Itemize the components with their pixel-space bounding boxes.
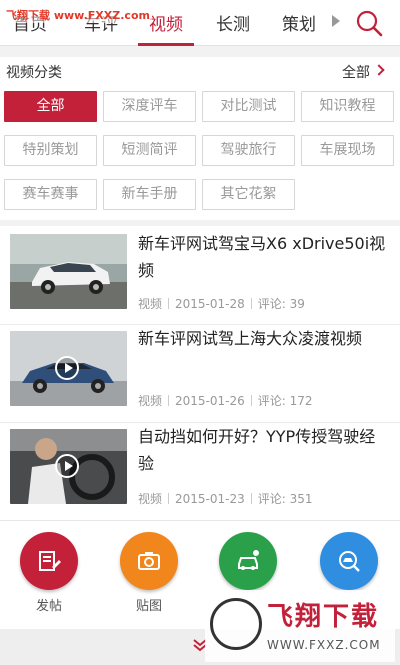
- post-button[interactable]: [20, 532, 78, 590]
- post-icon: [39, 551, 61, 571]
- chip-misc[interactable]: 其它花絮: [202, 179, 295, 210]
- list-item[interactable]: 新车评网试驾上海大众凌渡视频 视频 2015-01-26 评论: 172: [0, 324, 400, 422]
- search-icon[interactable]: [355, 9, 383, 37]
- video-date: 2015-01-26: [175, 394, 245, 408]
- white-suv-image: [10, 234, 127, 309]
- car-search-icon: [339, 551, 360, 572]
- video-thumbnail[interactable]: [10, 234, 127, 309]
- video-title[interactable]: 新车评网试驾宝马X6 xDrive50i视频: [138, 230, 388, 284]
- chip-auto-show[interactable]: 车展现场: [301, 135, 394, 166]
- video-list: 新车评网试驾宝马X6 xDrive50i视频 视频 2015-01-28 评论: 3…: [0, 226, 400, 520]
- chip-racing[interactable]: 赛车赛事: [4, 179, 97, 210]
- video-meta: 视频 2015-01-26 评论: 172: [138, 392, 313, 409]
- chip-short-review[interactable]: 短测简评: [103, 135, 196, 166]
- video-title[interactable]: 自动挡如何开好？YYP传授驾驶经验: [138, 423, 388, 477]
- video-thumbnail[interactable]: [10, 331, 127, 406]
- watermark-logo-icon: [210, 598, 262, 650]
- scroll-right-arrow-icon[interactable]: [332, 15, 340, 27]
- post-label: 发帖: [35, 599, 62, 614]
- chip-all[interactable]: 全部: [4, 91, 97, 122]
- watermark-url: WWW.FXXZ.COM: [267, 638, 381, 652]
- car-action-button[interactable]: [219, 532, 277, 590]
- photo-post-label: 贴图: [135, 599, 162, 614]
- chip-comparison[interactable]: 对比测试: [202, 91, 295, 122]
- tab-video[interactable]: 视频: [149, 10, 183, 35]
- video-type: 视频: [138, 297, 163, 311]
- watermark-brand: 飞翔下载: [267, 602, 380, 632]
- video-title[interactable]: 新车评网试驾上海大众凌渡视频: [138, 325, 388, 352]
- chip-special[interactable]: 特别策划: [4, 135, 97, 166]
- car-icon: [238, 550, 259, 570]
- car-search-button[interactable]: [320, 532, 378, 590]
- tab-features[interactable]: 策划: [282, 10, 316, 35]
- watermark-overlay: 飞翔下载 WWW.FXXZ.COM: [205, 590, 395, 662]
- video-comments: 评论: 39: [257, 297, 305, 311]
- camera-icon: [138, 552, 160, 570]
- chip-travel[interactable]: 驾驶旅行: [202, 135, 295, 166]
- video-category-panel: 视频分类 全部 全部 深度评车 对比测试 知识教程 特别策划 短测简评 驾驶旅行…: [0, 57, 400, 220]
- chip-new-car[interactable]: 新车手册: [103, 179, 196, 210]
- watermark-text: 飞翔下载 www.FXXZ.com: [4, 7, 152, 23]
- video-type: 视频: [138, 492, 163, 506]
- play-icon[interactable]: [55, 356, 79, 380]
- chip-in-depth[interactable]: 深度评车: [103, 91, 196, 122]
- active-tab-indicator: [138, 43, 194, 46]
- play-icon[interactable]: [55, 454, 79, 478]
- video-thumbnail[interactable]: [10, 429, 127, 504]
- video-type: 视频: [138, 394, 163, 408]
- category-header: 视频分类: [6, 65, 62, 81]
- category-all-link[interactable]: 全部: [342, 62, 370, 82]
- video-date: 2015-01-23: [175, 492, 245, 506]
- video-comments: 评论: 172: [257, 394, 313, 408]
- video-meta: 视频 2015-01-28 评论: 39: [138, 295, 305, 312]
- chip-tutorial[interactable]: 知识教程: [301, 91, 394, 122]
- photo-post-button[interactable]: [120, 532, 178, 590]
- video-meta: 视频 2015-01-23 评论: 351: [138, 490, 313, 507]
- chevron-right-icon[interactable]: [373, 64, 385, 76]
- list-item[interactable]: 新车评网试驾宝马X6 xDrive50i视频 视频 2015-01-28 评论: 3…: [0, 226, 400, 324]
- video-comments: 评论: 351: [257, 492, 313, 506]
- list-item[interactable]: 自动挡如何开好？YYP传授驾驶经验 视频 2015-01-23 评论: 351: [0, 422, 400, 520]
- tab-long-test[interactable]: 长测: [216, 10, 250, 35]
- top-nav: 首页 车评 视频 长测 策划 飞翔下载 www.FXXZ.com: [0, 0, 400, 46]
- video-date: 2015-01-28: [175, 297, 245, 311]
